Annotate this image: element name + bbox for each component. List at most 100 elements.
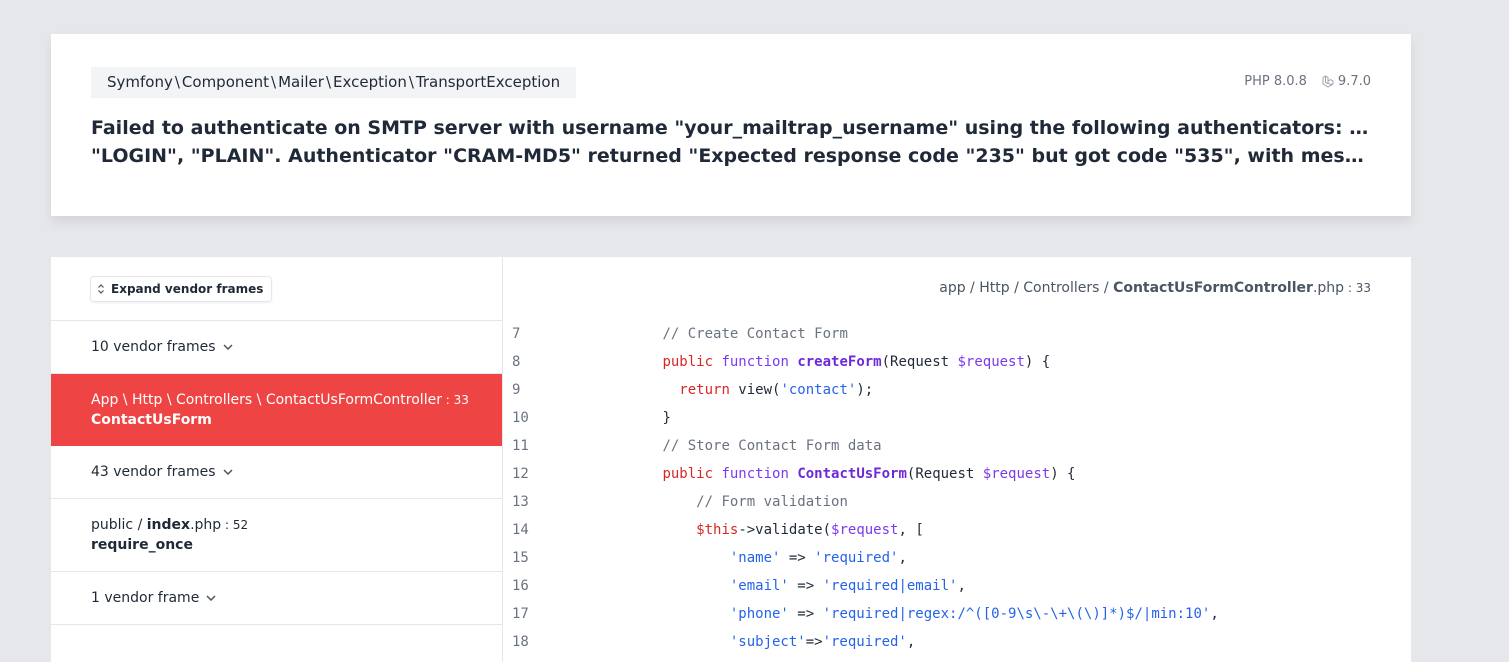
sort-arrows-icon <box>97 284 105 294</box>
line-number: 12 <box>512 466 529 482</box>
code-token: 'subject' <box>729 634 806 650</box>
file-ext: .php <box>1312 280 1345 296</box>
code-line[interactable]: 13 // Form validation <box>504 488 1411 516</box>
code-text: 'phone' => 'required|regex:/^([0-9\s\-\+… <box>595 600 1219 628</box>
frame-path-part: App <box>91 392 119 408</box>
vendor-frames-group[interactable]: 43 vendor frames <box>51 446 502 499</box>
code-token: ); <box>856 382 874 398</box>
code-token: ) { <box>1050 466 1076 482</box>
code-text: 'name' => 'required', <box>595 544 907 572</box>
code-token: , [ <box>898 522 924 538</box>
frame-path-part: ContactUsFormController <box>265 392 442 408</box>
code-token: // Create Contact Form <box>662 326 848 342</box>
code-text: 'email' => 'required|email', <box>595 572 966 600</box>
code-text: public function createForm(Request $requ… <box>595 348 1050 376</box>
file-path[interactable]: app / Http / Controllers / ContactUsForm… <box>939 280 1371 296</box>
code-line[interactable]: 17 'phone' => 'required|regex:/^([0-9\s\… <box>504 600 1411 628</box>
code-token: // Form validation <box>696 494 848 510</box>
frame-item[interactable]: public / index.php : 52 require_once <box>51 499 502 572</box>
code-line[interactable]: 12 public function ContactUsForm(Request… <box>504 460 1411 488</box>
code-token: => <box>788 578 823 594</box>
code-line[interactable]: 9 return view('contact'); <box>504 376 1411 404</box>
code-text: // Create Contact Form <box>595 320 848 348</box>
frame-path-part: Http <box>131 392 163 408</box>
vendor-frames-group[interactable]: 1 vendor frame <box>51 572 502 625</box>
code-block: 7 // Create Contact Form 8 public functio… <box>504 320 1411 656</box>
code-token: => <box>805 634 823 650</box>
line-number: 18 <box>512 634 529 650</box>
exception-class-part: Exception <box>333 73 407 91</box>
frame-method: ContactUsForm <box>91 412 212 428</box>
expand-vendor-frames-label: Expand vendor frames <box>111 282 264 296</box>
code-line[interactable]: 16 'email' => 'required|email', <box>504 572 1411 600</box>
code-token: public <box>662 354 714 370</box>
code-token: ContactUsForm <box>797 466 907 482</box>
exception-header: Symfony \ Component \ Mailer \ Exception \ Trans… <box>51 34 1411 216</box>
code-token: $request <box>957 354 1025 370</box>
code-line[interactable]: 10 } <box>504 404 1411 432</box>
code-token: return <box>679 382 730 398</box>
line-number: 16 <box>512 578 529 594</box>
vendor-frames-label: 1 vendor frame <box>91 590 200 606</box>
code-token: // Store Contact Form data <box>662 438 882 454</box>
code-text: return view('contact'); <box>595 376 873 404</box>
expand-vendor-frames-button[interactable]: Expand vendor frames <box>91 277 272 301</box>
line-number: 13 <box>512 494 529 510</box>
code-line[interactable]: 11 // Store Contact Form data <box>504 432 1411 460</box>
frame-path-part: public <box>91 517 134 533</box>
laravel-logo-icon <box>1322 75 1334 88</box>
code-token: 'required' <box>822 634 907 650</box>
code-token: createForm <box>797 354 882 370</box>
code-token: $request <box>982 466 1051 482</box>
line-number: 14 <box>512 522 529 538</box>
code-token: 'name' <box>729 550 781 566</box>
exception-message-line: Failed to authenticate on SMTP server wi… <box>91 117 1373 139</box>
code-token: => <box>780 550 815 566</box>
code-token: } <box>662 410 671 426</box>
vendor-frames-group[interactable]: 10 vendor frames <box>51 321 502 374</box>
code-token: (Request <box>881 354 958 370</box>
vendor-frames-label: 10 vendor frames <box>91 339 216 355</box>
version-info: PHP 8.0.8 9.7.0 <box>1244 74 1371 89</box>
code-token: 'required|regex:/^([0-9\s\-\+\(\)]*)$/|m… <box>822 606 1211 622</box>
line-number: 10 <box>512 410 529 426</box>
code-token: 'email' <box>729 578 789 594</box>
code-token: (Request <box>906 466 983 482</box>
code-line[interactable]: 7 // Create Contact Form <box>504 320 1411 348</box>
chevron-down-icon <box>222 469 233 475</box>
code-line[interactable]: 8 public function createForm(Request $re… <box>504 348 1411 376</box>
expand-area: Expand vendor frames <box>51 257 502 321</box>
code-text: // Form validation <box>595 488 848 516</box>
code-token: , <box>1210 606 1219 622</box>
code-text: 'subject'=>'required', <box>595 628 915 656</box>
chevron-down-icon <box>206 595 216 601</box>
code-text: } <box>595 404 671 432</box>
frame-line-number: 52 <box>232 518 249 532</box>
code-line[interactable]: 14 $this->validate($request, [ <box>504 516 1411 544</box>
code-line[interactable]: 15 'name' => 'required', <box>504 544 1411 572</box>
frame-path-part: Controllers <box>176 392 253 408</box>
code-text: public function ContactUsForm(Request $r… <box>595 460 1076 488</box>
frame-item-active[interactable]: App \ Http \ Controllers \ ContactUsForm… <box>51 374 502 446</box>
code-token: 'required' <box>814 550 899 566</box>
code-line[interactable]: 18 'subject'=>'required', <box>504 628 1411 656</box>
frame-path: public / index.php : 52 <box>91 517 249 533</box>
line-number: 9 <box>512 382 521 398</box>
php-version: PHP 8.0.8 <box>1244 74 1307 89</box>
exception-class-part: Mailer <box>278 73 324 91</box>
line-number: 15 <box>512 550 529 566</box>
line-number: 7 <box>512 326 521 342</box>
frame-file-name: index <box>146 517 191 533</box>
frame-method: require_once <box>91 537 193 553</box>
code-token: , <box>906 634 916 650</box>
